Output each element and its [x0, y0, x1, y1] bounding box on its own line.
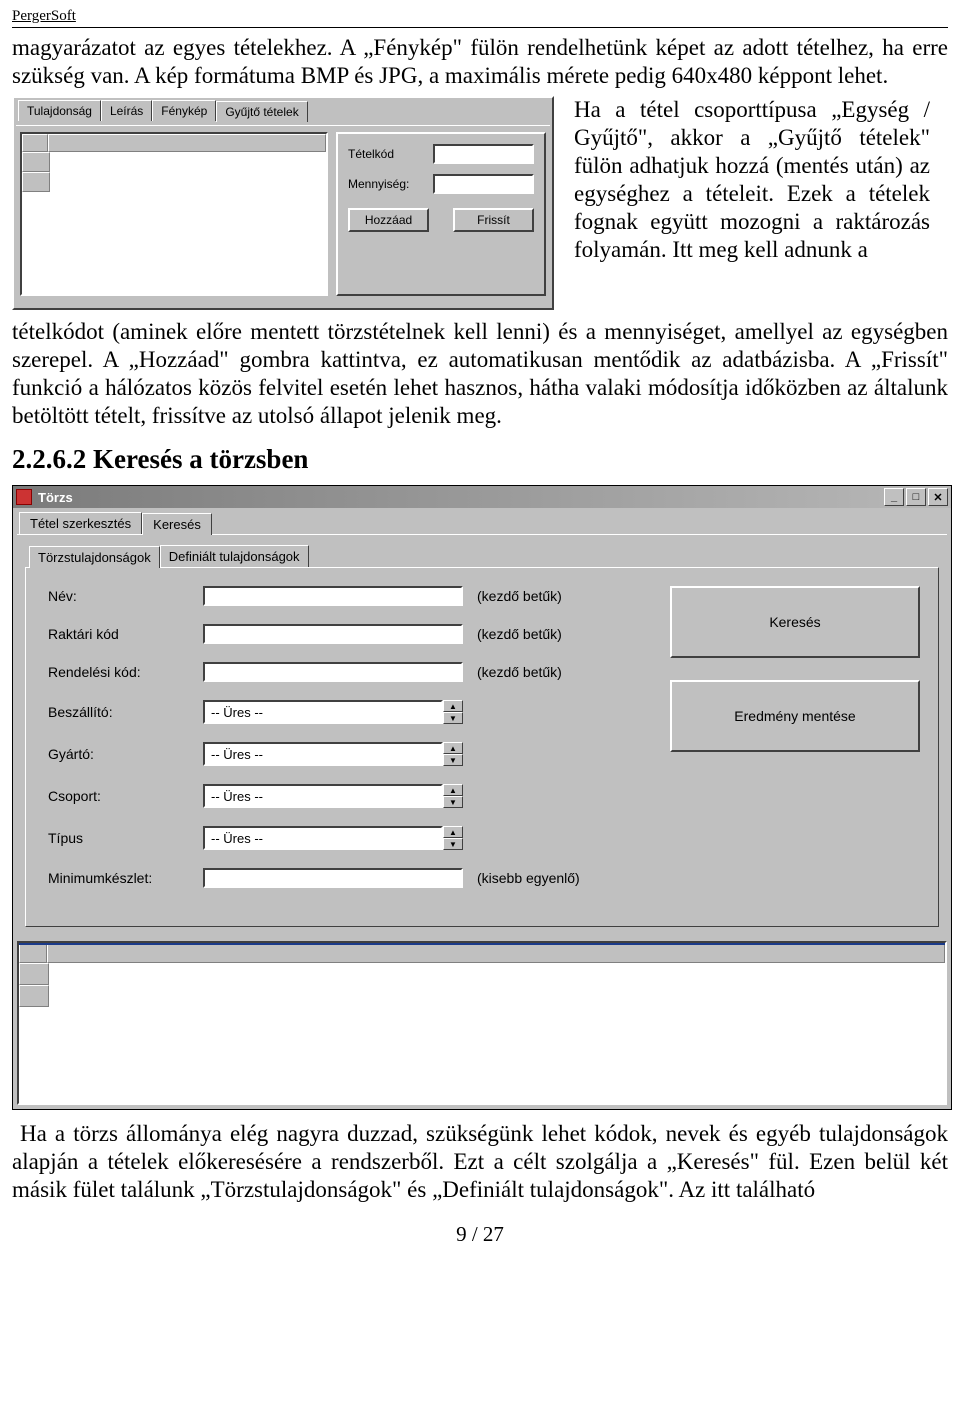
tab-torzstulajdonsagok[interactable]: Törzstulajdonságok	[29, 546, 160, 568]
grid-col-1[interactable]	[48, 134, 326, 152]
panel-collector-items: Tulajdonság Leírás Fénykép Gyűjtő tétele…	[12, 96, 554, 310]
tab-tetel-szerkesztes[interactable]: Tétel szerkesztés	[19, 512, 142, 534]
panel1-side-form: Tételkód Mennyiség: Hozzáad Frissít	[336, 132, 546, 296]
hint-minimumkeszlet: (kisebb egyenlő)	[477, 870, 580, 886]
input-mennyiseg[interactable]	[433, 174, 534, 194]
spin-up-icon[interactable]: ▲	[443, 826, 463, 838]
tab-gyujto-tetelek[interactable]: Gyűjtő tételek	[216, 101, 307, 122]
grid2-corner	[19, 943, 47, 963]
window-torzs: Törzs _ □ ✕ Tétel szerkesztés Keresés Tö…	[12, 485, 952, 1110]
grid2-row-1[interactable]	[19, 963, 49, 985]
button-frissit[interactable]: Frissít	[453, 208, 534, 232]
tab-definialt-tulajdonsagok[interactable]: Definiált tulajdonságok	[160, 545, 309, 567]
combo-csoport-value: -- Üres --	[203, 784, 443, 808]
paragraph-3: Ha a törzs állománya elég nagyra duzzad,…	[12, 1120, 948, 1204]
spin-down-icon[interactable]: ▼	[443, 838, 463, 850]
spin-up-icon[interactable]: ▲	[443, 700, 463, 712]
label-raktari-kod: Raktári kód	[48, 626, 203, 642]
grid-corner	[22, 134, 48, 152]
maximize-button[interactable]: □	[906, 488, 926, 506]
grid2-col-1[interactable]	[47, 943, 945, 963]
grid-row-1[interactable]	[22, 152, 50, 172]
search-form: Név: (kezdő betűk) Raktári kód (kezdő be…	[48, 586, 644, 906]
button-kereses[interactable]: Keresés	[670, 586, 920, 658]
heading-2-2-6-2: 2.2.6.2 Keresés a törzsben	[12, 444, 948, 475]
hint-nev: (kezdő betűk)	[477, 588, 562, 604]
paragraph-2: tételkódot (aminek előre mentett törzsté…	[12, 318, 948, 430]
window-title: Törzs	[38, 490, 73, 505]
label-beszallito: Beszállító:	[48, 704, 203, 720]
tab-kereses[interactable]: Keresés	[142, 513, 212, 535]
label-mennyiseg: Mennyiség:	[348, 177, 433, 191]
combo-tipus[interactable]: -- Üres -- ▲▼	[203, 826, 463, 850]
combo-gyarto-value: -- Üres --	[203, 742, 443, 766]
hint-raktari-kod: (kezdő betűk)	[477, 626, 562, 642]
spin-up-icon[interactable]: ▲	[443, 742, 463, 754]
tab-leiras[interactable]: Leírás	[101, 100, 152, 121]
paragraph-1-right: Ha a tétel csoporttípusa „Egység / Gyűjt…	[574, 96, 930, 264]
paragraph-1: magyarázatot az egyes tételekhez. A „Fén…	[12, 34, 948, 90]
spin-down-icon[interactable]: ▼	[443, 712, 463, 724]
label-tipus: Típus	[48, 830, 203, 846]
input-tetelkod[interactable]	[433, 144, 534, 164]
label-rendelesi-kod: Rendelési kód:	[48, 664, 203, 680]
combo-tipus-value: -- Üres --	[203, 826, 443, 850]
tab-tulajdonsag[interactable]: Tulajdonság	[18, 100, 101, 121]
spin-down-icon[interactable]: ▼	[443, 754, 463, 766]
grid-row-2[interactable]	[22, 172, 50, 192]
label-nev: Név:	[48, 588, 203, 604]
combo-beszallito-value: -- Üres --	[203, 700, 443, 724]
input-nev[interactable]	[203, 586, 463, 606]
page-header: PergerSoft	[12, 8, 948, 28]
app-icon	[16, 489, 32, 505]
titlebar[interactable]: Törzs _ □ ✕	[13, 486, 951, 508]
panel1-grid[interactable]	[20, 132, 328, 296]
input-rendelesi-kod[interactable]	[203, 662, 463, 682]
label-tetelkod: Tételkód	[348, 147, 433, 161]
minimize-button[interactable]: _	[884, 488, 904, 506]
combo-csoport[interactable]: -- Üres -- ▲▼	[203, 784, 463, 808]
results-grid[interactable]	[17, 941, 947, 1105]
combo-beszallito[interactable]: -- Üres -- ▲▼	[203, 700, 463, 724]
button-eredmeny-mentese[interactable]: Eredmény mentése	[670, 680, 920, 752]
input-minimumkeszlet[interactable]	[203, 868, 463, 888]
label-gyarto: Gyártó:	[48, 746, 203, 762]
label-minimumkeszlet: Minimumkészlet:	[48, 870, 203, 886]
label-csoport: Csoport:	[48, 788, 203, 804]
page-number: 9 / 27	[12, 1222, 948, 1247]
button-hozzaad[interactable]: Hozzáad	[348, 208, 429, 232]
grid2-row-2[interactable]	[19, 985, 49, 1007]
combo-gyarto[interactable]: -- Üres -- ▲▼	[203, 742, 463, 766]
spin-up-icon[interactable]: ▲	[443, 784, 463, 796]
spin-down-icon[interactable]: ▼	[443, 796, 463, 808]
close-button[interactable]: ✕	[928, 488, 948, 506]
input-raktari-kod[interactable]	[203, 624, 463, 644]
hint-rendelesi-kod: (kezdő betűk)	[477, 664, 562, 680]
panel1-tabrow: Tulajdonság Leírás Fénykép Gyűjtő tétele…	[16, 100, 550, 121]
tab-fenykep[interactable]: Fénykép	[152, 100, 216, 121]
